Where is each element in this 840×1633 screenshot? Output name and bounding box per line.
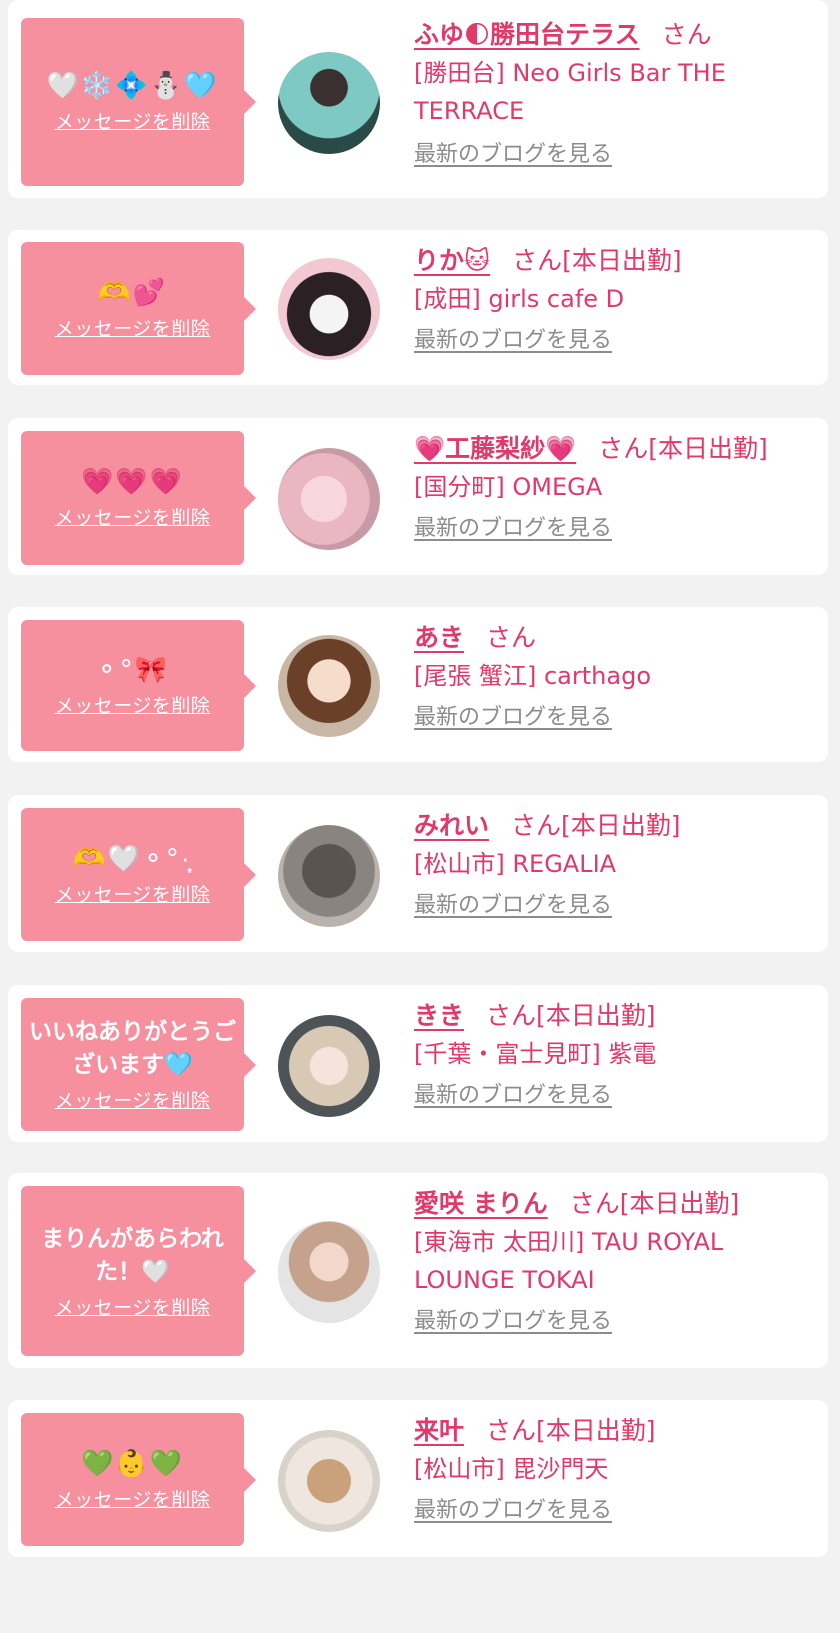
message-bubble: いいねありがとうございます🩵 メッセージを削除 (21, 998, 256, 1131)
delete-message-link[interactable]: メッセージを削除 (55, 691, 211, 718)
message-bubble: 🤍❄️💠⛄🩵 メッセージを削除 (21, 18, 256, 186)
message-text: 🫶💕 (98, 277, 167, 308)
status-badge: [本日出勤] (536, 1001, 656, 1030)
message-bubble: ⚬°🎀 メッセージを削除 (21, 620, 256, 751)
status-badge: [本日出勤] (619, 1189, 740, 1218)
avatar[interactable] (278, 448, 380, 550)
latest-blog-link[interactable]: 最新のブログを見る (414, 1307, 612, 1337)
delete-message-link[interactable]: メッセージを削除 (55, 1485, 211, 1512)
message-card: まりんがあらわれた！🤍 メッセージを削除 愛咲 まりん さん[本日出勤] [東海市… (8, 1173, 828, 1368)
delete-message-link[interactable]: メッセージを削除 (55, 880, 211, 907)
message-bubble: 🫶🤍⚬°·̩͙ メッセージを削除 (21, 808, 256, 941)
cast-name-link[interactable]: きき (414, 1001, 464, 1030)
avatar[interactable] (278, 635, 380, 737)
shop-name: [成田] girls cafe D (414, 285, 625, 313)
cast-name-link[interactable]: 来叶 (414, 1416, 464, 1445)
message-card: 💚👶💚 メッセージを削除 来叶 さん[本日出勤] [松山市] 毘沙門天 最新のブロ… (8, 1400, 828, 1557)
avatar[interactable] (278, 825, 380, 927)
latest-blog-link[interactable]: 最新のブログを見る (414, 1081, 612, 1111)
status-badge: [本日出勤] (536, 1416, 656, 1445)
latest-blog-link[interactable]: 最新のブログを見る (414, 703, 612, 733)
shop-name: [国分町] OMEGA (414, 473, 603, 501)
message-card: 🫶🤍⚬°·̩͙ メッセージを削除 みれい さん[本日出勤] [松山市] REGAL… (8, 795, 828, 952)
delete-message-link[interactable]: メッセージを削除 (55, 503, 211, 530)
delete-message-link[interactable]: メッセージを削除 (55, 314, 211, 341)
message-list: 🤍❄️💠⛄🩵 メッセージを削除 ふゆ🌓勝田台テラス さん [勝田台] Neo Gi… (0, 0, 840, 1633)
message-card: ⚬°🎀 メッセージを削除 あき さん [尾張 蟹江] carthago 最新のブロ… (8, 607, 828, 762)
san-suffix: さん (512, 246, 563, 275)
message-bubble: 💚👶💚 メッセージを削除 (21, 1413, 256, 1546)
message-card: いいねありがとうございます🩵 メッセージを削除 きき さん[本日出勤] [千葉・富… (8, 985, 828, 1142)
message-text: いいねありがとうございます🩵 (29, 1019, 236, 1078)
delete-message-link[interactable]: メッセージを削除 (55, 1293, 211, 1320)
shop-name: [東海市 太田川] TAU ROYAL LOUNGE TOKAI (414, 1228, 724, 1294)
avatar[interactable] (278, 1221, 380, 1323)
san-suffix: さん (511, 811, 562, 840)
delete-message-link[interactable]: メッセージを削除 (55, 1086, 211, 1113)
status-badge: [本日出勤] (562, 246, 682, 275)
message-bubble: まりんがあらわれた！🤍 メッセージを削除 (21, 1186, 256, 1356)
cast-name-link[interactable]: あき (414, 623, 464, 652)
avatar[interactable] (278, 258, 380, 360)
shop-name: [千葉・富士見町] 紫電 (414, 1040, 657, 1068)
message-card: 🫶💕 メッセージを削除 りか🐱 さん[本日出勤] [成田] girls cafe … (8, 230, 828, 385)
message-text: ⚬°🎀 (95, 654, 170, 685)
status-badge: [本日出勤] (648, 434, 768, 463)
latest-blog-link[interactable]: 最新のブログを見る (414, 1496, 612, 1526)
avatar[interactable] (278, 52, 380, 154)
cast-name-link[interactable]: 💗工藤梨紗💗 (414, 434, 576, 463)
message-text: 💚👶💚 (80, 1448, 185, 1479)
latest-blog-link[interactable]: 最新のブログを見る (414, 326, 612, 356)
san-suffix: さん (486, 1416, 537, 1445)
message-text: 🤍❄️💠⛄🩵 (46, 71, 219, 101)
message-text: 💗💗💗 (80, 467, 185, 497)
shop-name: [松山市] 毘沙門天 (414, 1455, 609, 1483)
shop-name: [尾張 蟹江] carthago (414, 662, 651, 690)
message-bubble: 💗💗💗 メッセージを削除 (21, 431, 256, 565)
shop-name: [松山市] REGALIA (414, 850, 617, 878)
avatar[interactable] (278, 1430, 380, 1532)
san-suffix: さん (661, 20, 712, 49)
cast-name-link[interactable]: 愛咲 まりん (414, 1189, 548, 1218)
san-suffix: さん (569, 1189, 620, 1218)
latest-blog-link[interactable]: 最新のブログを見る (414, 140, 612, 170)
message-text: 🫶🤍⚬°·̩͙ (73, 843, 192, 874)
latest-blog-link[interactable]: 最新のブログを見る (414, 514, 612, 544)
latest-blog-link[interactable]: 最新のブログを見る (414, 891, 612, 921)
cast-name-link[interactable]: ふゆ🌓勝田台テラス (414, 20, 640, 49)
message-card: 💗💗💗 メッセージを削除 💗工藤梨紗💗 さん[本日出勤] [国分町] OMEGA … (8, 418, 828, 575)
cast-name-link[interactable]: みれい (414, 811, 489, 840)
delete-message-link[interactable]: メッセージを削除 (55, 107, 211, 134)
message-card: 🤍❄️💠⛄🩵 メッセージを削除 ふゆ🌓勝田台テラス さん [勝田台] Neo Gi… (8, 0, 828, 198)
message-bubble: 🫶💕 メッセージを削除 (21, 242, 256, 375)
san-suffix: さん (486, 623, 537, 652)
san-suffix: さん (486, 1001, 537, 1030)
cast-name-link[interactable]: りか🐱 (414, 246, 490, 275)
san-suffix: さん (598, 434, 649, 463)
status-badge: [本日出勤] (561, 811, 681, 840)
avatar[interactable] (278, 1015, 380, 1117)
message-text: まりんがあらわれた！🤍 (41, 1225, 224, 1285)
shop-name: [勝田台] Neo Girls Bar THE TERRACE (414, 59, 726, 125)
